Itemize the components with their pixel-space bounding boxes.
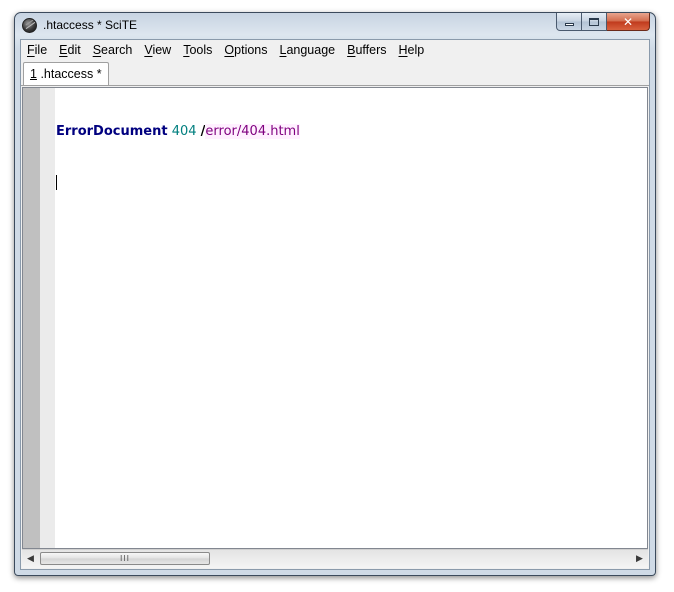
menu-view[interactable]: View: [138, 40, 177, 60]
menu-tools[interactable]: Tools: [177, 40, 218, 60]
client-area: File Edit Search View Tools Options Lang…: [20, 39, 650, 570]
maximize-icon: [589, 17, 599, 26]
menu-help[interactable]: Help: [393, 40, 431, 60]
menu-edit-accel: E: [59, 43, 68, 57]
close-button[interactable]: ✕: [607, 13, 650, 31]
line-number-margin[interactable]: [23, 88, 40, 548]
menu-edit[interactable]: Edit: [53, 40, 87, 60]
minimize-button[interactable]: [556, 13, 582, 31]
scite-window: .htaccess * SciTE ✕ File Edit Search Vie…: [14, 12, 656, 576]
scroll-left-arrow-icon[interactable]: ◀: [22, 550, 39, 568]
code-editor[interactable]: ErrorDocument 404 /error/404.html: [22, 87, 648, 549]
menu-file-accel: F: [27, 43, 35, 57]
menu-file-label: ile: [34, 43, 48, 57]
menu-options-accel: O: [224, 43, 235, 57]
window-title: .htaccess * SciTE: [43, 18, 138, 32]
path-token: error/404.html: [205, 124, 300, 139]
menu-search[interactable]: Search: [87, 40, 139, 60]
menu-buffers-label: uffers: [355, 43, 387, 57]
scite-app-icon[interactable]: [22, 18, 37, 33]
horizontal-scrollbar[interactable]: ◀ III ▶: [22, 549, 648, 568]
scroll-grip-icon: III: [119, 554, 131, 563]
code-line-1[interactable]: ErrorDocument 404 /error/404.html: [56, 123, 639, 140]
code-text[interactable]: ErrorDocument 404 /error/404.html: [56, 89, 639, 225]
tab-htaccess[interactable]: 1 .htaccess *: [23, 62, 109, 85]
menu-options[interactable]: Options: [218, 40, 273, 60]
maximize-button[interactable]: [582, 13, 607, 31]
text-caret: [56, 175, 57, 190]
menu-help-label: elp: [407, 43, 425, 57]
directive-token: ErrorDocument: [56, 124, 168, 139]
menu-language[interactable]: Language: [274, 40, 342, 60]
menu-view-label: iew: [152, 43, 172, 57]
fold-margin[interactable]: [40, 88, 55, 548]
menu-search-accel: S: [92, 43, 102, 57]
code-line-2[interactable]: [56, 174, 639, 191]
title-bar[interactable]: .htaccess * SciTE ✕: [15, 13, 655, 39]
buffer-tab-bar: 1 .htaccess *: [21, 61, 649, 86]
menu-help-accel: H: [398, 43, 408, 57]
menu-options-label: ptions: [234, 43, 268, 57]
status-code-token: 404: [171, 124, 197, 139]
menu-bar: File Edit Search View Tools Options Lang…: [21, 40, 649, 60]
menu-buffers[interactable]: Buffers: [341, 40, 392, 60]
menu-tools-label: ools: [189, 43, 213, 57]
scroll-right-arrow-icon[interactable]: ▶: [631, 550, 648, 568]
close-icon: ✕: [622, 14, 634, 29]
minimize-icon: [564, 23, 574, 26]
caption-buttons: ✕: [556, 13, 650, 33]
menu-edit-label: dit: [67, 43, 81, 57]
tab-number: 1: [30, 67, 37, 81]
scroll-thumb[interactable]: III: [40, 552, 210, 565]
menu-language-label: anguage: [286, 43, 336, 57]
tab-label: .htaccess *: [40, 67, 102, 81]
menu-file[interactable]: File: [21, 40, 53, 60]
menu-search-label: earch: [101, 43, 133, 57]
